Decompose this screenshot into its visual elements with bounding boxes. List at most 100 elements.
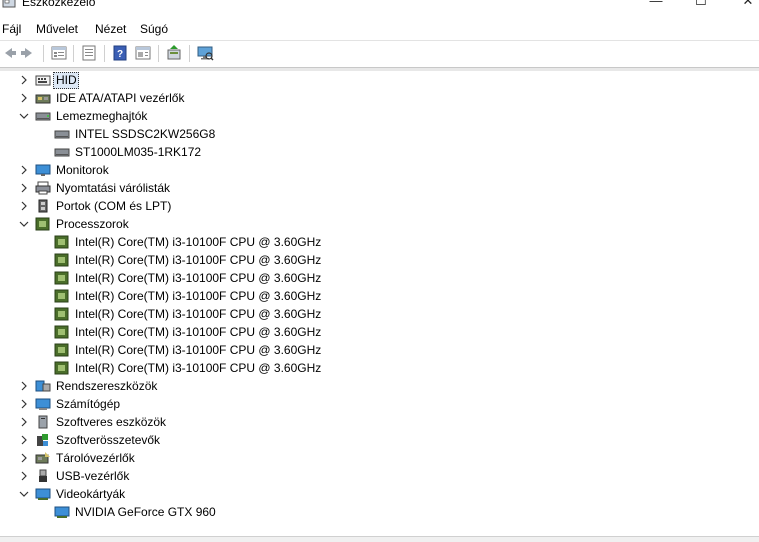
menu-view[interactable]: Nézet: [95, 21, 126, 37]
system-device-icon: [35, 380, 51, 392]
port-icon: [38, 199, 48, 213]
details-icon[interactable]: [80, 44, 98, 62]
gpu-child-icon: [54, 506, 70, 518]
chevron-right-icon[interactable]: [19, 396, 29, 412]
tree-device-row[interactable]: INTEL SSDSC2KW256G8: [0, 125, 752, 143]
cpu-child-icon: [54, 235, 69, 249]
storage-controller-icon: [35, 452, 50, 464]
cpu-child-icon: [54, 253, 69, 267]
scan-hardware-icon[interactable]: [196, 44, 214, 62]
chevron-down-icon[interactable]: [19, 486, 29, 502]
tree-category-row[interactable]: Nyomtatási várólisták: [0, 179, 752, 197]
tree-category-row[interactable]: Rendszereszközök: [0, 377, 752, 395]
chevron-right-icon[interactable]: [19, 90, 29, 106]
minimize-button[interactable]: —: [641, 0, 671, 10]
tree-device-row[interactable]: Intel(R) Core(TM) i3-10100F CPU @ 3.60GH…: [0, 251, 752, 269]
display-adapter-icon: [35, 488, 51, 500]
tree-category-row[interactable]: Számítógép: [0, 395, 752, 413]
tree-device-row[interactable]: Intel(R) Core(TM) i3-10100F CPU @ 3.60GH…: [0, 287, 752, 305]
menu-file[interactable]: Fájl: [2, 21, 21, 37]
chevron-right-icon[interactable]: [19, 450, 29, 466]
menu-help[interactable]: Súgó: [140, 21, 168, 37]
printer-icon: [35, 181, 51, 195]
close-button[interactable]: ✕: [733, 0, 759, 10]
tree-category-row[interactable]: Tárolóvezérlők: [0, 449, 752, 467]
usb-icon: [39, 469, 47, 482]
tree-category-label: Nyomtatási várólisták: [56, 181, 171, 195]
tree-category-row[interactable]: HID: [0, 71, 752, 89]
tree-category-row[interactable]: Processzorok: [0, 215, 752, 233]
tree-device-label: Intel(R) Core(TM) i3-10100F CPU @ 3.60GH…: [75, 235, 322, 249]
tree-device-label: Intel(R) Core(TM) i3-10100F CPU @ 3.60GH…: [75, 343, 322, 357]
view-icon[interactable]: [134, 44, 152, 62]
app-icon: [2, 0, 16, 8]
tree-category-row[interactable]: Szoftverösszetevők: [0, 431, 752, 449]
maximize-button[interactable]: ☐: [686, 0, 716, 10]
toolbar: ?: [0, 41, 759, 67]
device-tree[interactable]: HID IDE ATA/ATAPI vezérlők Lemezmeghajtók I…: [0, 71, 752, 536]
menu-action[interactable]: Művelet: [36, 21, 78, 37]
tree-device-label: Intel(R) Core(TM) i3-10100F CPU @ 3.60GH…: [75, 253, 322, 267]
chevron-right-icon[interactable]: [19, 198, 29, 214]
tree-category-row[interactable]: Szoftveres eszközök: [0, 413, 752, 431]
tree-category-label: Monitorok: [56, 163, 109, 177]
toolbar-separator: [43, 45, 44, 62]
back-icon[interactable]: [0, 44, 18, 62]
chevron-right-icon[interactable]: [19, 162, 29, 178]
processor-icon: [35, 217, 50, 231]
cpu-child-icon: [54, 325, 69, 339]
svg-text:?: ?: [117, 49, 123, 60]
disk-drive-icon: [35, 112, 51, 121]
tree-category-row[interactable]: USB-vezérlők: [0, 467, 752, 485]
ide-controller-icon: [35, 94, 51, 104]
tree-device-label: Intel(R) Core(TM) i3-10100F CPU @ 3.60GH…: [75, 271, 322, 285]
cpu-child-icon: [54, 289, 69, 303]
cpu-child-icon: [54, 271, 69, 285]
cpu-child-icon: [54, 307, 69, 321]
tree-device-row[interactable]: Intel(R) Core(TM) i3-10100F CPU @ 3.60GH…: [0, 341, 752, 359]
chevron-right-icon[interactable]: [19, 414, 29, 430]
tree-category-row[interactable]: Videokártyák: [0, 485, 752, 503]
toolbar-separator: [189, 45, 190, 62]
software-device-icon: [38, 415, 48, 429]
tree-device-row[interactable]: Intel(R) Core(TM) i3-10100F CPU @ 3.60GH…: [0, 305, 752, 323]
tree-device-label: Intel(R) Core(TM) i3-10100F CPU @ 3.60GH…: [75, 325, 322, 339]
update-driver-icon[interactable]: [165, 44, 183, 62]
tree-device-row[interactable]: Intel(R) Core(TM) i3-10100F CPU @ 3.60GH…: [0, 233, 752, 251]
tree-device-label: NVIDIA GeForce GTX 960: [75, 505, 216, 519]
toolbar-separator: [104, 45, 105, 62]
tree-category-row[interactable]: Portok (COM és LPT): [0, 197, 752, 215]
tree-category-label: Rendszereszközök: [56, 379, 158, 393]
menu-bar: Fájl Művelet Nézet Súgó: [0, 18, 759, 40]
toolbar-separator: [158, 45, 159, 62]
cpu-child-icon: [54, 361, 69, 375]
chevron-right-icon[interactable]: [19, 378, 29, 394]
chevron-down-icon[interactable]: [19, 216, 29, 232]
tree-device-row[interactable]: Intel(R) Core(TM) i3-10100F CPU @ 3.60GH…: [0, 359, 752, 377]
tree-category-label: Szoftveres eszközök: [56, 415, 167, 429]
tree-category-row[interactable]: Lemezmeghajtók: [0, 107, 752, 125]
vertical-scrollbar[interactable]: [752, 71, 759, 536]
tree-device-row[interactable]: ST1000LM035-1RK172: [0, 143, 752, 161]
tree-device-row[interactable]: Intel(R) Core(TM) i3-10100F CPU @ 3.60GH…: [0, 269, 752, 287]
tree-device-label: Intel(R) Core(TM) i3-10100F CPU @ 3.60GH…: [75, 289, 322, 303]
tree-device-label: Intel(R) Core(TM) i3-10100F CPU @ 3.60GH…: [75, 361, 322, 375]
tree-device-row[interactable]: Intel(R) Core(TM) i3-10100F CPU @ 3.60GH…: [0, 323, 752, 341]
tree-category-label: USB-vezérlők: [56, 469, 130, 483]
help-icon[interactable]: ?: [111, 44, 129, 62]
chevron-right-icon[interactable]: [19, 432, 29, 448]
status-bar: [0, 536, 759, 542]
drive-child-icon: [54, 148, 70, 157]
tree-category-label: Portok (COM és LPT): [56, 199, 172, 213]
chevron-right-icon[interactable]: [19, 72, 29, 88]
forward-icon[interactable]: [19, 44, 37, 62]
cpu-child-icon: [54, 343, 69, 357]
tree-device-row[interactable]: NVIDIA GeForce GTX 960: [0, 503, 752, 521]
toolbar-separator: [73, 45, 74, 62]
tree-category-row[interactable]: IDE ATA/ATAPI vezérlők: [0, 89, 752, 107]
properties-icon[interactable]: [50, 44, 68, 62]
chevron-down-icon[interactable]: [19, 108, 29, 124]
tree-category-row[interactable]: Monitorok: [0, 161, 752, 179]
chevron-right-icon[interactable]: [19, 468, 29, 484]
chevron-right-icon[interactable]: [19, 180, 29, 196]
